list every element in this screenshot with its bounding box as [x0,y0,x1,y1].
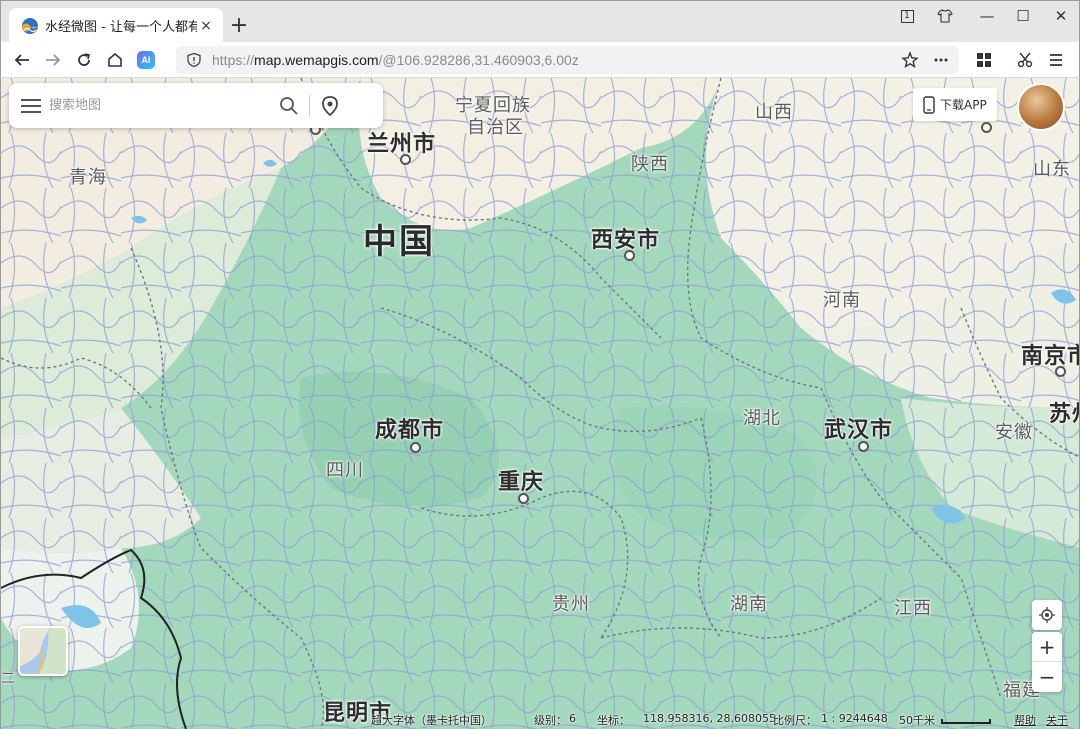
province-label-jiangxi: 江西 [894,598,932,619]
tab-title: 水经微图 - 让每一个人都有自 [45,20,197,35]
scale-label: 比例尺： [773,714,817,727]
zoom-control: + − [1032,632,1062,692]
locate-button[interactable] [1032,600,1062,630]
hamburger-menu-icon[interactable] [21,98,41,113]
country-label: 中国 [363,222,435,262]
url-text[interactable]: https://map.wemapgis.com/@106.928286,31.… [212,52,579,68]
tab-count-icon: 1 [900,9,914,23]
search-divider [309,94,310,117]
home-icon [108,52,122,67]
city-label-chongqing[interactable]: 重庆 [498,464,544,496]
forward-button[interactable] [40,47,66,73]
province-label-henan: 河南 [823,290,861,311]
province-label-hunan: 湖南 [730,594,768,615]
phone-icon [923,95,935,114]
star-icon [901,51,919,68]
apps-button[interactable] [971,47,997,73]
address-bar[interactable]: https://map.wemapgis.com/@106.928286,31.… [176,46,959,74]
home-button[interactable] [102,47,128,73]
scale-bar [941,719,991,724]
search-input[interactable] [49,98,279,113]
province-label-sichuan: 四川 [326,460,364,481]
province-label-shaanxi: 陕西 [631,154,669,175]
ai-icon: AI [137,51,155,69]
city-label-lanzhou[interactable]: 兰州市 [367,126,436,158]
reload-icon [78,53,90,66]
user-avatar[interactable] [1017,83,1065,131]
tab-count-button[interactable]: 1 [889,3,925,29]
city-marker-wuhan[interactable] [858,441,869,452]
city-label-wuhan[interactable]: 武汉市 [824,412,893,444]
level-label: 级别： [534,714,567,727]
map-canvas[interactable]: 中国 青海 宁夏回族 自治区 山西 陕西 山东 河南 湖北 安徽 四川 贵州 湖… [0,78,1080,729]
province-label-ningxia-2: 自治区 [467,117,524,138]
browser-menu-button[interactable] [1043,47,1069,73]
grid-icon [977,53,991,67]
city-marker-chengdu[interactable] [410,442,421,453]
coord-label: 坐标： [597,714,630,727]
more-icon [934,58,948,62]
city-marker-lanzhou[interactable] [400,154,411,165]
city-label-nanjing[interactable]: 南京市 [1021,338,1079,370]
city-label-xian[interactable]: 西安市 [591,222,660,254]
city-label-suzhou[interactable]: 苏州 [1049,396,1079,428]
city-marker-chongqing[interactable] [518,493,529,504]
browser-title-bar: 水经微图 - 让每一个人都有自 × + 1 — ☐ ✕ [0,0,1080,43]
city-marker-north[interactable] [981,122,992,133]
url-path: /@106.928286,31.460903,6.00z [378,52,579,68]
bookmark-button[interactable] [897,47,923,73]
scale-value: 1 : 9244648 [821,712,888,725]
help-link[interactable]: 帮助 [1014,712,1036,728]
province-label-qinghai: 青海 [69,167,107,188]
map-layer-preview-icon [20,628,66,674]
back-arrow-icon [14,54,29,66]
locate-icon [1039,607,1055,623]
scissors-icon [1017,52,1033,68]
close-window-button[interactable]: ✕ [1043,3,1079,29]
zoom-out-button[interactable]: − [1032,662,1062,692]
partial-label: 二 [1,671,16,687]
about-link[interactable]: 关于 [1046,712,1068,728]
province-label-guizhou: 贵州 [552,594,590,615]
search-icon[interactable] [279,96,299,116]
city-label-chengdu[interactable]: 成都市 [375,412,444,444]
province-label-anhui: 安徽 [995,422,1033,443]
back-button[interactable] [9,47,35,73]
scale-text: 50千米 [899,714,935,727]
shield-icon[interactable] [186,52,202,68]
location-pin-icon[interactable] [320,95,340,117]
download-app-button[interactable]: 下载APP [913,88,997,121]
map-status-bar: 超大字体（墨卡托中国） 级别： 6 坐标： 118.958316, 28.608… [1,709,1079,729]
new-tab-button[interactable]: + [227,13,251,38]
forward-arrow-icon [46,54,61,66]
search-panel [9,83,383,128]
ai-assistant-button[interactable]: AI [133,47,159,73]
download-app-label: 下载APP [940,98,987,112]
wemap-logo-icon [22,17,38,34]
font-mode-label[interactable]: 超大字体（墨卡托中国） [371,712,492,728]
city-marker-xian[interactable] [624,250,635,261]
zoom-in-button[interactable]: + [1032,632,1062,662]
url-host: map.wemapgis.com [254,52,379,68]
map-terrain [1,78,1079,729]
province-label-shandong: 山东 [1033,159,1071,180]
url-scheme: https:// [212,52,255,68]
layer-switch-thumbnail[interactable] [18,626,68,676]
maximize-button[interactable]: ☐ [1005,3,1041,29]
province-label-hubei: 湖北 [743,408,781,429]
minimize-button[interactable]: — [969,3,1005,29]
reload-button[interactable] [71,47,97,73]
province-label-shanxi: 山西 [755,102,793,123]
level-value: 6 [569,712,576,725]
browser-tab[interactable]: 水经微图 - 让每一个人都有自 × [9,8,223,43]
menu-icon [1050,54,1062,66]
shirt-icon[interactable] [927,3,963,29]
browser-toolbar: AI https://map.wemapgis.com/@106.928286,… [0,42,1080,78]
tab-close-icon[interactable]: × [197,17,215,35]
more-button[interactable] [928,47,954,73]
screenshot-button[interactable] [1012,47,1038,73]
city-marker-nanjing[interactable] [1055,366,1066,377]
coord-value: 118.958316, 28.608055 [643,712,776,725]
